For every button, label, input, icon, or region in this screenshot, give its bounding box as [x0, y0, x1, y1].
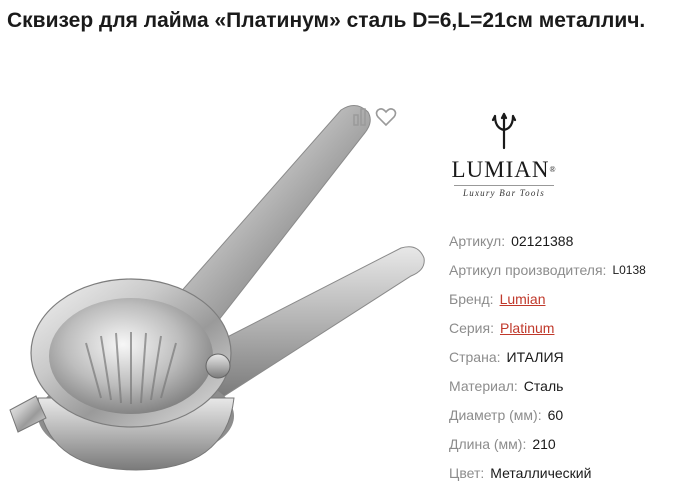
spec-row-article: Артикул: 02121388 [449, 226, 689, 255]
spec-value: 210 [532, 435, 556, 452]
spec-row-manufacturer-article: Артикул производителя: L0138 [449, 255, 689, 284]
brand-link[interactable]: Lumian [500, 291, 546, 307]
product-actions [350, 106, 397, 128]
product-title: Сквизер для лайма «Платинум» сталь D=6,L… [7, 9, 646, 32]
spec-label: Диаметр (мм): [449, 406, 542, 423]
trident-icon [491, 112, 517, 150]
spec-row-material: Материал: Сталь [449, 371, 689, 400]
spec-value: ИТАЛИЯ [506, 348, 564, 365]
spec-label: Материал: [449, 377, 518, 394]
spec-label: Артикул производителя: [449, 261, 607, 278]
squeezer-illustration [9, 105, 425, 471]
heart-icon[interactable] [374, 106, 397, 128]
spec-row-country: Страна: ИТАЛИЯ [449, 342, 689, 371]
spec-label: Страна: [449, 348, 501, 365]
spec-label: Длина (мм): [449, 435, 527, 452]
product-image[interactable] [6, 98, 436, 490]
spec-label: Серия: [449, 319, 494, 336]
series-link[interactable]: Platinum [500, 320, 554, 336]
spec-row-series: Серия: Platinum [449, 313, 689, 342]
spec-label: Артикул: [449, 232, 506, 249]
brand-logo[interactable]: LUMIAN® Luxury Bar Tools [448, 112, 560, 208]
spec-value: L0138 [612, 262, 646, 277]
compare-icon[interactable] [350, 106, 372, 128]
spec-row-diameter: Диаметр (мм): 60 [449, 400, 689, 429]
spec-value: 02121388 [511, 232, 574, 249]
spec-row-brand: Бренд: Lumian [449, 284, 689, 313]
spec-label: Бренд: [449, 290, 494, 307]
spec-value: Металлический [490, 464, 592, 481]
logo-tagline: Luxury Bar Tools [454, 185, 554, 199]
spec-value: 60 [547, 406, 564, 423]
spec-label: Цвет: [449, 464, 485, 481]
spec-list: Артикул: 02121388 Артикул производителя:… [449, 226, 689, 487]
logo-wordmark: LUMIAN® [451, 157, 557, 182]
spec-row-length: Длина (мм): 210 [449, 429, 689, 458]
spec-row-color: Цвет: Металлический [449, 458, 689, 487]
spec-value: Сталь [523, 377, 564, 394]
